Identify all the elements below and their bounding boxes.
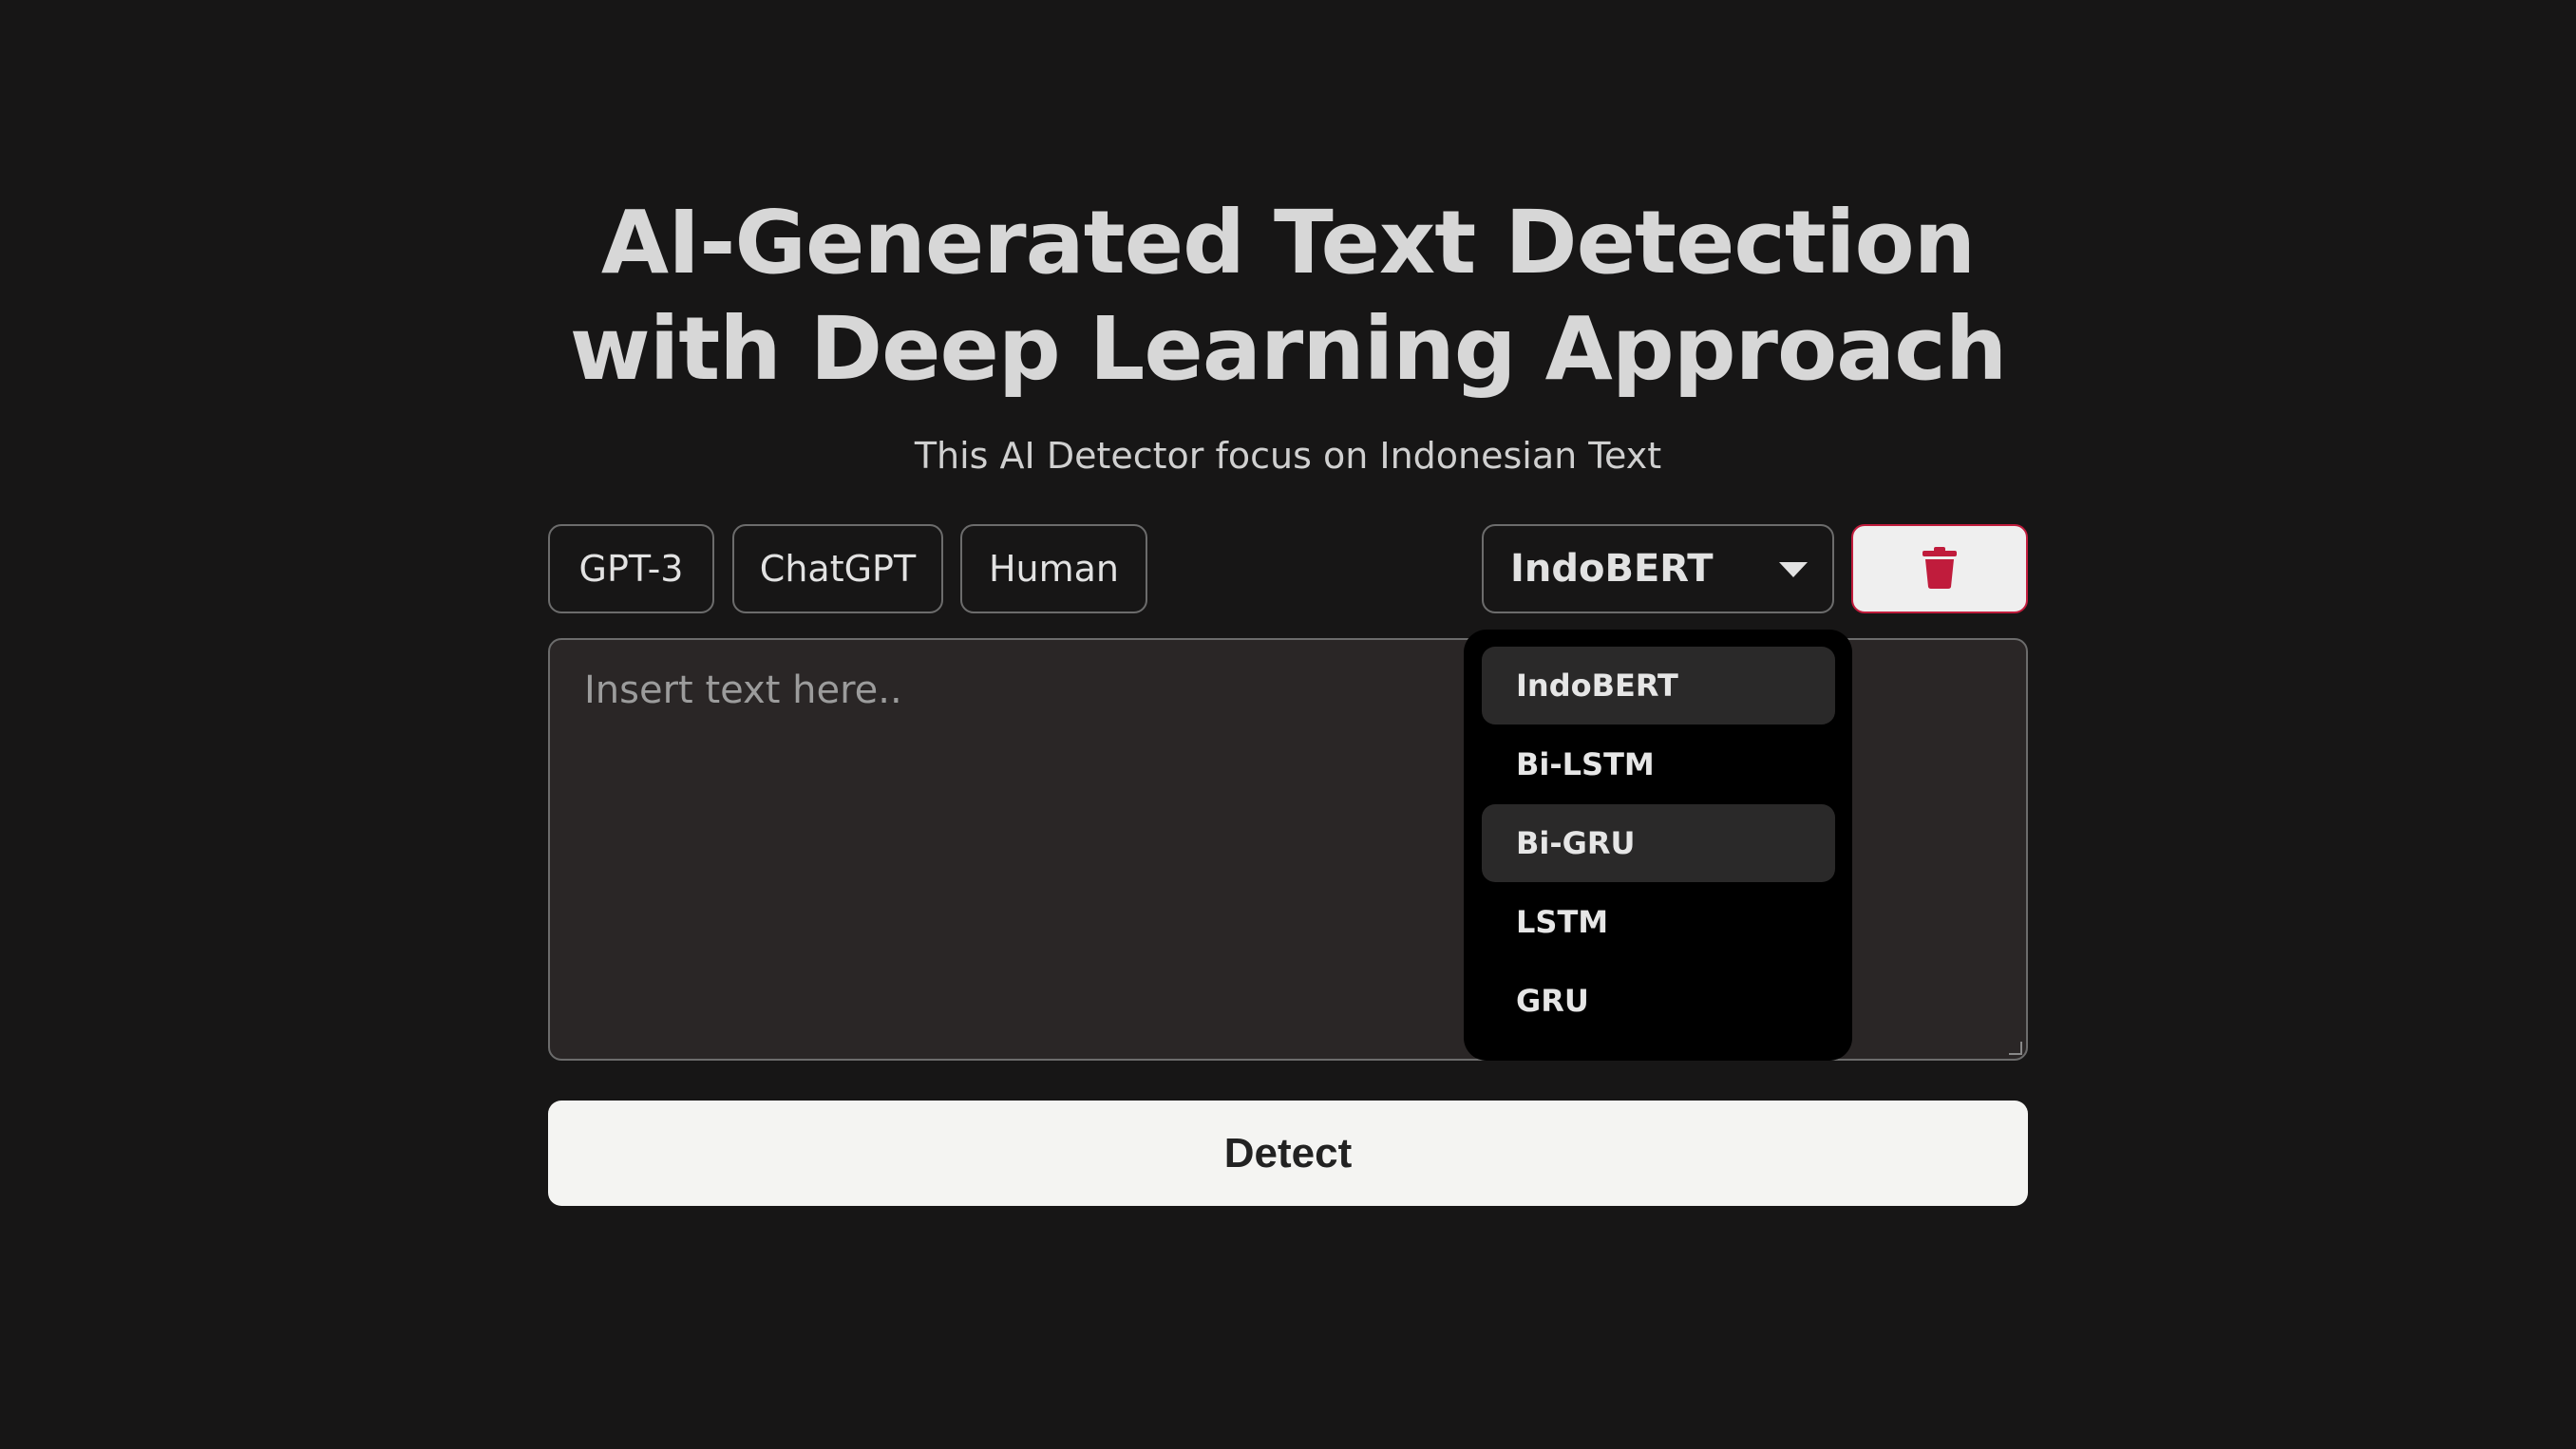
trash-icon xyxy=(1923,546,1957,592)
model-option-gru[interactable]: GRU xyxy=(1482,962,1835,1040)
model-select-value: IndoBERT xyxy=(1510,547,1714,591)
title-line-1: AI-Generated Text Detection xyxy=(600,192,1976,293)
text-input-placeholder: Insert text here.. xyxy=(584,668,902,712)
resize-grip-icon[interactable] xyxy=(2009,1042,2022,1055)
model-option-bi-lstm[interactable]: Bi-LSTM xyxy=(1482,725,1835,803)
human-sample-button[interactable]: Human xyxy=(960,524,1147,613)
model-option-bi-gru[interactable]: Bi-GRU xyxy=(1482,804,1835,882)
page-title: AI-Generated Text Detection with Deep Le… xyxy=(0,190,2576,403)
clear-button[interactable] xyxy=(1851,524,2028,613)
model-option-lstm[interactable]: LSTM xyxy=(1482,883,1835,961)
page: AI-Generated Text Detection with Deep Le… xyxy=(0,0,2576,1449)
chatgpt-sample-button[interactable]: ChatGPT xyxy=(732,524,943,613)
model-option-indobert[interactable]: IndoBERT xyxy=(1482,647,1835,724)
chevron-down-icon xyxy=(1779,562,1808,577)
model-select[interactable]: IndoBERT xyxy=(1482,524,1834,613)
detect-button[interactable]: Detect xyxy=(548,1101,2028,1206)
gpt3-sample-button[interactable]: GPT-3 xyxy=(548,524,714,613)
model-dropdown-menu: IndoBERT Bi-LSTM Bi-GRU LSTM GRU xyxy=(1464,630,1852,1061)
title-line-2: with Deep Learning Approach xyxy=(569,298,2008,400)
page-subtitle: This AI Detector focus on Indonesian Tex… xyxy=(914,435,1662,477)
